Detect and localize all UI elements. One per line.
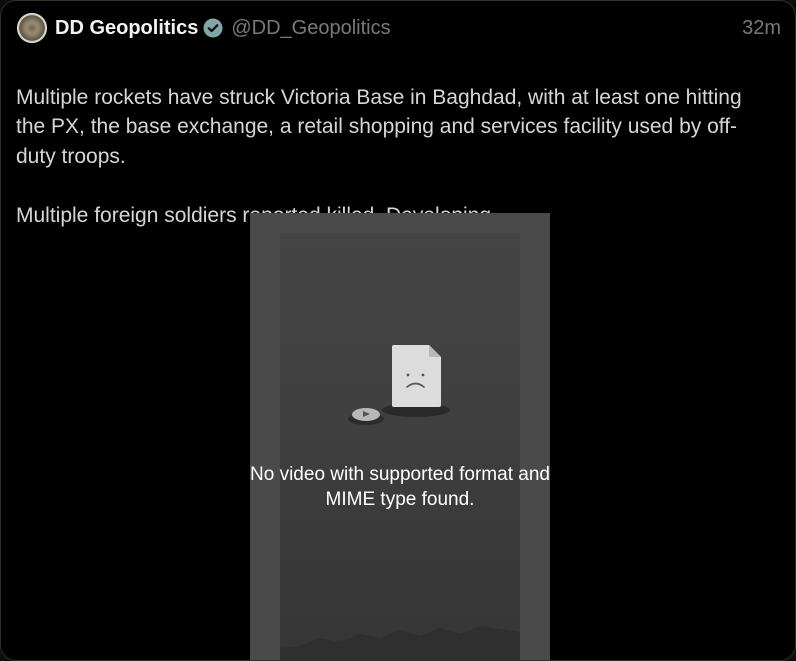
post-header: DD Geopolitics @DD_Geopolitics 32m xyxy=(17,12,781,44)
post-text: Multiple rockets have struck Victoria Ba… xyxy=(16,53,776,230)
author-name[interactable]: DD Geopolitics xyxy=(55,17,198,40)
post-paragraph-text: Multiple rockets have struck Victoria Ba… xyxy=(16,85,742,168)
iraq-flag-icon xyxy=(16,60,38,75)
video-error-message: No video with supported format and MIME … xyxy=(250,464,550,510)
video-player[interactable]: No video with supported format and MIME … xyxy=(250,213,550,660)
video-poster-silhouette xyxy=(280,626,520,660)
verified-badge-icon xyxy=(203,18,223,38)
video-error-graphic xyxy=(250,343,550,473)
author-handle[interactable]: @DD_Geopolitics xyxy=(231,17,390,40)
post-card: DD Geopolitics @DD_Geopolitics 32m Multi… xyxy=(0,0,796,661)
broken-file-icon xyxy=(392,345,441,407)
play-icon[interactable] xyxy=(352,408,380,421)
post-paragraph xyxy=(16,53,776,83)
avatar[interactable] xyxy=(17,13,47,43)
post-timestamp[interactable]: 32m xyxy=(742,17,781,40)
